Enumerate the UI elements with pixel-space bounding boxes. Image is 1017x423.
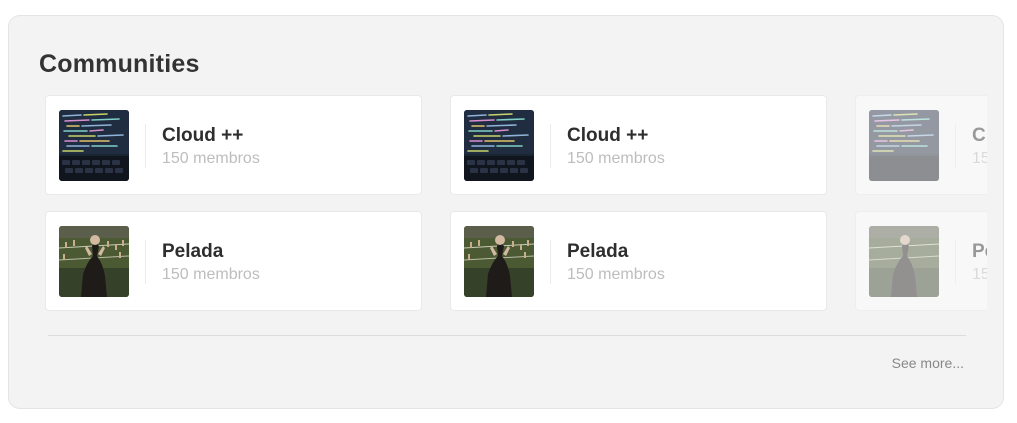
community-card[interactable]: Cloud ++ 150 membros (45, 95, 422, 195)
section-title: Communities (39, 50, 200, 78)
community-thumbnail-code (59, 110, 129, 181)
communities-row: Pelada 150 membros Pelada 150 membros P … (45, 211, 987, 311)
code-laptop-image (59, 110, 129, 181)
community-name: Pelada (162, 241, 224, 262)
communities-carousel[interactable]: Cloud ++ 150 membros Cloud ++ 150 membro… (45, 95, 987, 311)
soccer-field-image (869, 226, 939, 297)
community-card[interactable]: Pelada 150 membros (855, 211, 987, 311)
community-thumbnail-soccer (869, 226, 939, 297)
soccer-field-image (59, 226, 129, 297)
community-card[interactable]: Cloud ++ 150 membros (450, 95, 827, 195)
communities-panel: Communities Cloud ++ 150 membros Cloud +… (8, 15, 1004, 409)
community-members: 150 membros (162, 150, 260, 167)
community-members: 150 membros (567, 150, 665, 167)
see-more-link[interactable]: See more... (892, 355, 964, 371)
soccer-field-image (464, 226, 534, 297)
community-name: Cloud ++ (972, 125, 987, 146)
card-divider (145, 240, 146, 284)
card-divider (955, 240, 956, 284)
community-name: Pelada (972, 241, 987, 262)
community-thumbnail-soccer (59, 226, 129, 297)
community-card[interactable]: Pelada 150 membros (450, 211, 827, 311)
community-name: Pelada (567, 241, 629, 262)
community-card[interactable]: Cloud ++ 150 membros (855, 95, 987, 195)
card-divider (955, 124, 956, 168)
community-card[interactable]: Pelada 150 membros (45, 211, 422, 311)
card-divider (145, 124, 146, 168)
code-laptop-image (464, 110, 534, 181)
community-thumbnail-code (464, 110, 534, 181)
community-members: 150 membros (972, 266, 987, 283)
community-name: Cloud ++ (567, 125, 649, 146)
community-members: 150 membros (567, 266, 665, 283)
community-members: 150 membros (162, 266, 260, 283)
section-divider (48, 335, 966, 336)
community-members: 150 membros (972, 150, 987, 167)
code-laptop-image (869, 110, 939, 181)
community-thumbnail-soccer (464, 226, 534, 297)
card-divider (550, 240, 551, 284)
card-divider (550, 124, 551, 168)
community-thumbnail-code (869, 110, 939, 181)
communities-row: Cloud ++ 150 membros Cloud ++ 150 membro… (45, 95, 987, 195)
community-name: Cloud ++ (162, 125, 244, 146)
